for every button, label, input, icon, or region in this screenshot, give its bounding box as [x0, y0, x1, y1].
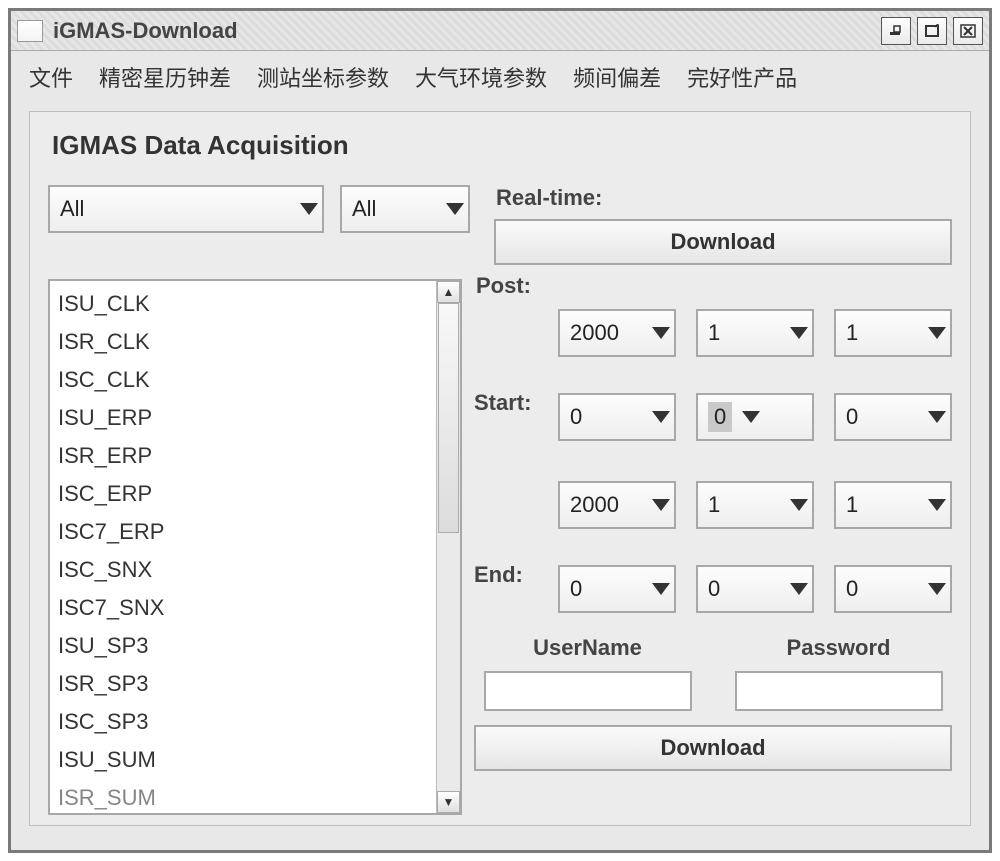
password-label: Password: [787, 635, 891, 661]
chevron-down-icon: [928, 583, 946, 595]
start-day-select[interactable]: 1: [834, 309, 952, 357]
chevron-down-icon: [928, 499, 946, 511]
list-item[interactable]: ISC_ERP: [56, 475, 454, 513]
end-sec-select[interactable]: 0: [834, 565, 952, 613]
list-item[interactable]: ISC7_SNX: [56, 589, 454, 627]
list-item[interactable]: ISC7_ERP: [56, 513, 454, 551]
chevron-down-icon: [742, 411, 760, 423]
chevron-down-icon: [300, 203, 318, 215]
chevron-down-icon: [790, 583, 808, 595]
menu-interfreq[interactable]: 频间偏差: [573, 61, 661, 93]
menubar: 文件 精密星历钟差 测站坐标参数 大气环境参数 频间偏差 完好性产品: [11, 51, 989, 107]
product-listbox[interactable]: ISU_CLK ISR_CLK ISC_CLK ISU_ERP ISR_ERP …: [48, 279, 462, 815]
filter-sub-select[interactable]: All: [340, 185, 470, 233]
post-download-label: Download: [660, 735, 765, 761]
end-day-select[interactable]: 1: [834, 481, 952, 529]
realtime-download-label: Download: [670, 229, 775, 255]
scroll-thumb[interactable]: [438, 303, 459, 533]
list-item[interactable]: ISU_CLK: [56, 285, 454, 323]
scroll-up-icon[interactable]: ▲: [437, 281, 460, 303]
list-item[interactable]: ISC_CLK: [56, 361, 454, 399]
start-sec-select[interactable]: 0: [834, 393, 952, 441]
list-item[interactable]: ISU_SP3: [56, 627, 454, 665]
scroll-down-icon[interactable]: ▼: [437, 791, 460, 813]
list-item[interactable]: ISU_SUM: [56, 741, 454, 779]
end-label: End:: [474, 562, 558, 588]
start-year-select[interactable]: 2000: [558, 309, 676, 357]
list-item[interactable]: ISR_CLK: [56, 323, 454, 361]
chevron-down-icon: [652, 411, 670, 423]
main-panel: IGMAS Data Acquisition All All Real-time…: [29, 111, 971, 826]
realtime-download-button[interactable]: Download: [494, 219, 952, 265]
chevron-down-icon: [446, 203, 464, 215]
username-label: UserName: [533, 635, 642, 661]
close-icon[interactable]: [953, 17, 983, 45]
chevron-down-icon: [790, 327, 808, 339]
app-icon: [17, 20, 43, 42]
password-field[interactable]: [735, 671, 943, 711]
end-min-select[interactable]: 0: [696, 565, 814, 613]
window-title: iGMAS-Download: [53, 18, 238, 44]
filter-type-select[interactable]: All: [48, 185, 324, 233]
post-download-button[interactable]: Download: [474, 725, 952, 771]
start-hour-select[interactable]: 0: [558, 393, 676, 441]
end-month-select[interactable]: 1: [696, 481, 814, 529]
end-hour-select[interactable]: 0: [558, 565, 676, 613]
application-window: iGMAS-Download 文件 精密星历钟差 测站坐标参数 大气环境参数 频…: [8, 8, 992, 853]
start-min-select[interactable]: 0: [696, 393, 814, 441]
scroll-track[interactable]: [437, 303, 460, 791]
menu-file[interactable]: 文件: [29, 61, 73, 93]
list-item[interactable]: ISU_ERP: [56, 399, 454, 437]
titlebar[interactable]: iGMAS-Download: [11, 11, 989, 51]
chevron-down-icon: [652, 327, 670, 339]
filter-sub-value: All: [352, 196, 436, 222]
list-item[interactable]: ISR_SUM: [56, 779, 454, 815]
list-item[interactable]: ISC_SNX: [56, 551, 454, 589]
minimize-icon[interactable]: [881, 17, 911, 45]
username-field[interactable]: [484, 671, 692, 711]
chevron-down-icon: [928, 327, 946, 339]
list-item[interactable]: ISR_ERP: [56, 437, 454, 475]
maximize-icon[interactable]: [917, 17, 947, 45]
menu-station[interactable]: 测站坐标参数: [257, 61, 389, 93]
start-label: Start:: [474, 390, 558, 416]
start-month-select[interactable]: 1: [696, 309, 814, 357]
chevron-down-icon: [790, 499, 808, 511]
menu-atmos[interactable]: 大气环境参数: [415, 61, 547, 93]
filter-type-value: All: [60, 196, 290, 222]
chevron-down-icon: [652, 583, 670, 595]
chevron-down-icon: [652, 499, 670, 511]
post-label: Post:: [476, 273, 952, 299]
realtime-label: Real-time:: [496, 185, 952, 211]
page-title: IGMAS Data Acquisition: [52, 130, 952, 161]
list-item[interactable]: ISR_SP3: [56, 665, 454, 703]
chevron-down-icon: [928, 411, 946, 423]
listbox-scrollbar[interactable]: ▲ ▼: [436, 281, 460, 813]
list-item[interactable]: ISC_SP3: [56, 703, 454, 741]
menu-integrity[interactable]: 完好性产品: [687, 61, 797, 93]
menu-ephemeris[interactable]: 精密星历钟差: [99, 61, 231, 93]
end-year-select[interactable]: 2000: [558, 481, 676, 529]
